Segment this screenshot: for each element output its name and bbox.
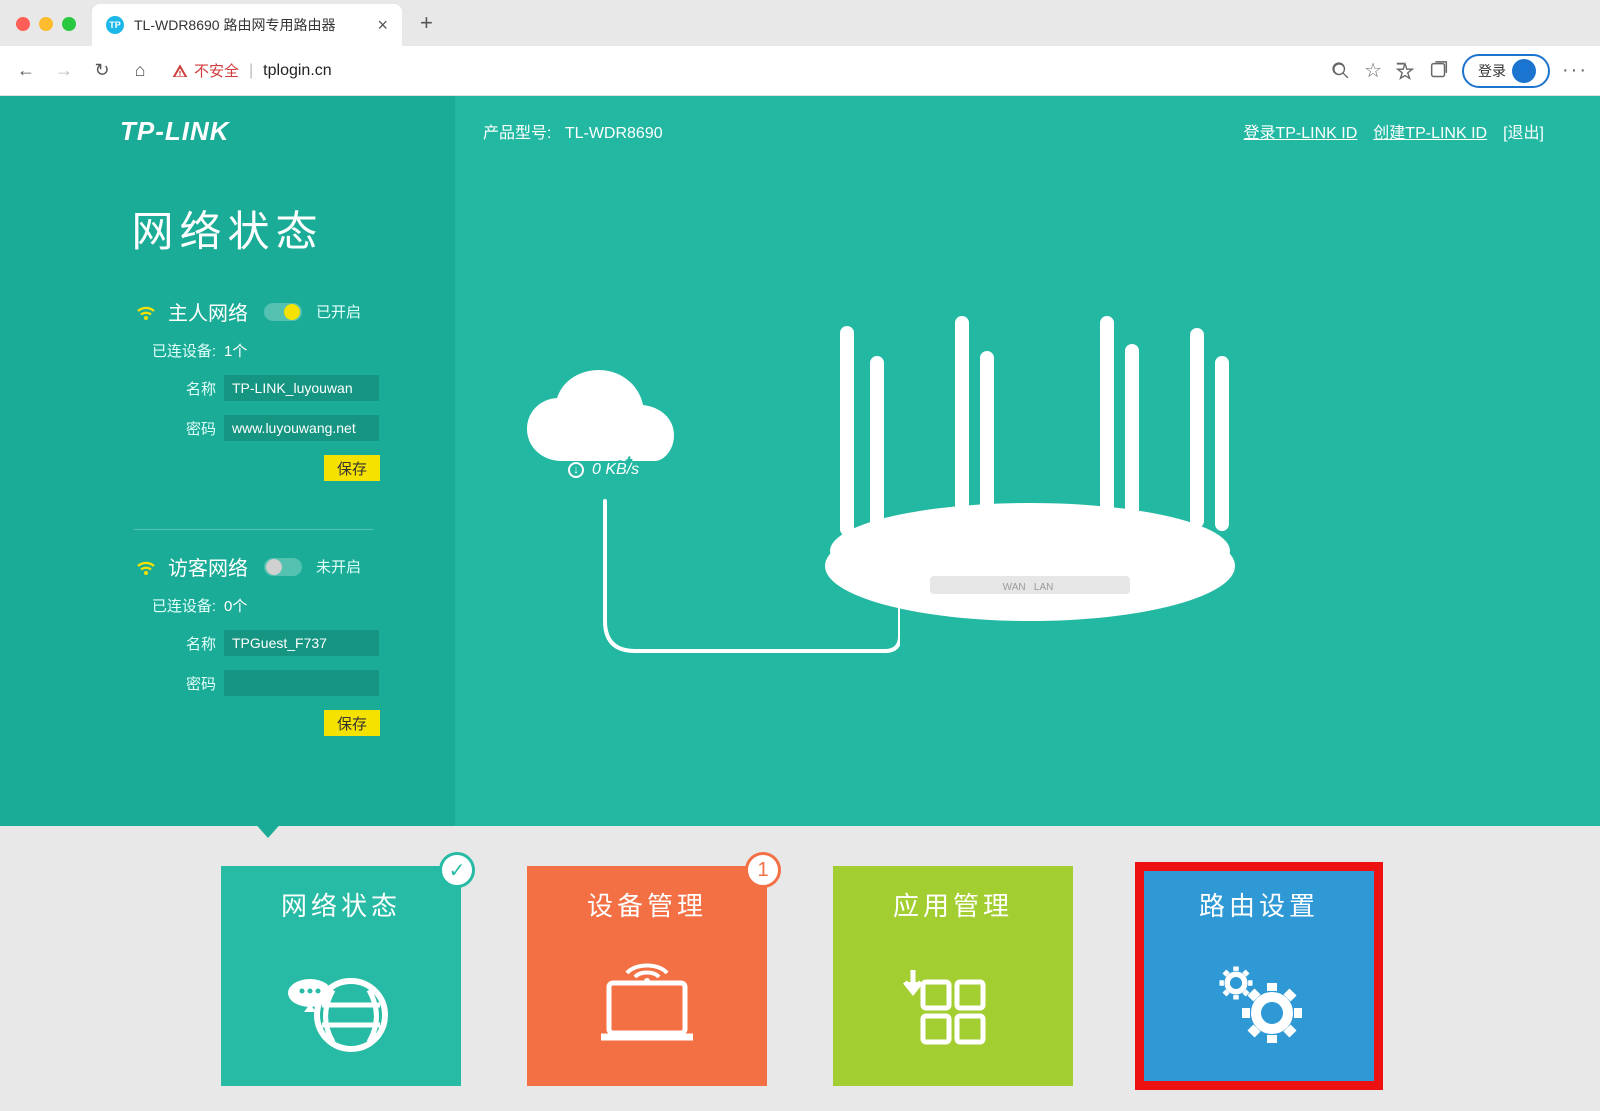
search-icon[interactable] [1330, 60, 1352, 82]
card-device-management[interactable]: 1 设备管理 [527, 866, 767, 1086]
guest-network-status: 未开启 [316, 556, 361, 577]
logout-link[interactable]: [退出] [1503, 119, 1544, 143]
guest-password-label: 密码 [134, 673, 224, 694]
card-title: 设备管理 [587, 886, 707, 923]
wifi-icon [134, 302, 158, 322]
card-router-settings[interactable]: 路由设置 [1139, 866, 1379, 1086]
upload-speed: 0 KB/s [592, 437, 639, 459]
avatar-icon: 👤 [1512, 59, 1536, 83]
card-title: 路由设置 [1199, 886, 1319, 923]
guest-ssid-input[interactable] [224, 630, 379, 656]
guest-ssid-label: 名称 [134, 633, 224, 654]
router-icon: WAN LAN [780, 316, 1280, 676]
wifi-icon [134, 557, 158, 577]
new-tab-button[interactable]: + [402, 10, 451, 46]
forward-button[interactable]: → [50, 57, 78, 85]
download-icon: ↓ [568, 462, 584, 478]
svg-text:WAN LAN: WAN LAN [1003, 582, 1054, 593]
connected-devices-label: 已连设备: [134, 340, 224, 361]
status-ok-badge: ✓ [439, 852, 475, 888]
guest-password-input[interactable] [224, 670, 379, 696]
guest-network-toggle[interactable] [264, 558, 302, 576]
card-app-management[interactable]: 应用管理 [833, 866, 1073, 1086]
main-network-title: 主人网络 [168, 297, 248, 326]
upload-icon: ↑ [568, 440, 584, 456]
device-count-badge: 1 [745, 852, 781, 888]
ssid-input[interactable] [224, 375, 379, 401]
ssid-label: 名称 [134, 378, 224, 399]
apps-icon [903, 923, 1003, 1086]
sidebar: TP-LINK 网络状态 主人网络 已开启 [0, 96, 455, 826]
model-label: 产品型号: [483, 125, 551, 142]
download-speed: 0 KB/s [592, 459, 639, 481]
tab-title: TL-WDR8690 路由网专用路由器 [134, 15, 367, 35]
guest-network-title: 访客网络 [168, 552, 248, 581]
card-network-status[interactable]: ✓ 网络状态 [221, 866, 461, 1086]
address-bar: ← → ↻ ⌂ 不安全 | tplogin.cn ☆ 登录 👤 ··· [0, 46, 1600, 96]
browser-login-button[interactable]: 登录 👤 [1462, 54, 1550, 88]
bandwidth-display: ↑ 0 KB/s ↓ 0 KB/s [568, 437, 639, 481]
save-main-button[interactable]: 保存 [324, 455, 380, 481]
url-field[interactable]: 不安全 | tplogin.cn [164, 60, 1320, 81]
not-secure-badge: 不安全 [172, 60, 239, 81]
close-tab-icon[interactable]: × [377, 15, 388, 36]
favorite-icon[interactable]: ☆ [1364, 58, 1382, 83]
card-title: 网络状态 [281, 886, 401, 923]
maximize-window-button[interactable] [62, 17, 76, 31]
more-icon[interactable]: ··· [1562, 59, 1588, 82]
url-text: tplogin.cn [263, 62, 332, 80]
page-content: TP-LINK 网络状态 主人网络 已开启 [0, 96, 1600, 1111]
browser-tab[interactable]: TP TL-WDR8690 路由网专用路由器 × [92, 4, 402, 46]
collections-icon[interactable] [1428, 60, 1450, 82]
close-window-button[interactable] [16, 17, 30, 31]
laptop-icon [587, 923, 707, 1086]
create-tplink-link[interactable]: 创建TP-LINK ID [1373, 119, 1487, 143]
back-button[interactable]: ← [12, 57, 40, 85]
brand-logo: TP-LINK [0, 96, 455, 166]
browser-tab-strip: TP TL-WDR8690 路由网专用路由器 × + [0, 0, 1600, 46]
guest-connected-label: 已连设备: [134, 595, 224, 616]
divider [134, 529, 374, 530]
network-diagram: Internet ↑0 KB/s ↓0 KB/s [520, 296, 1300, 776]
nav-cards: ✓ 网络状态 1 设备管理 [0, 826, 1600, 1096]
home-button[interactable]: ⌂ [126, 57, 154, 85]
main-network-toggle[interactable] [264, 303, 302, 321]
guest-connected-count: 0个 [224, 595, 247, 616]
login-tplink-link[interactable]: 登录TP-LINK ID [1244, 119, 1358, 143]
globe-icon [286, 923, 396, 1086]
password-label: 密码 [134, 418, 224, 439]
guest-network-block: 访客网络 未开启 已连设备: 0个 名称 密码 [0, 552, 455, 756]
window-controls [0, 17, 92, 46]
main-header: 产品型号: TL-WDR8690 登录TP-LINK ID 创建TP-LINK … [455, 96, 1600, 166]
password-input[interactable] [224, 415, 379, 441]
refresh-button[interactable]: ↻ [88, 57, 116, 85]
page-title: 网络状态 [0, 198, 455, 259]
connected-devices-count: 1个 [224, 340, 247, 361]
save-guest-button[interactable]: 保存 [324, 710, 380, 736]
model-value: TL-WDR8690 [565, 125, 663, 142]
tab-favicon: TP [106, 16, 124, 34]
warning-icon [172, 63, 188, 79]
main-network-status: 已开启 [316, 301, 361, 322]
favorites-bar-icon[interactable] [1394, 60, 1416, 82]
main-network-block: 主人网络 已开启 已连设备: 1个 名称 密码 [0, 297, 455, 501]
card-title: 应用管理 [893, 886, 1013, 923]
gear-icon [1204, 923, 1314, 1086]
minimize-window-button[interactable] [39, 17, 53, 31]
